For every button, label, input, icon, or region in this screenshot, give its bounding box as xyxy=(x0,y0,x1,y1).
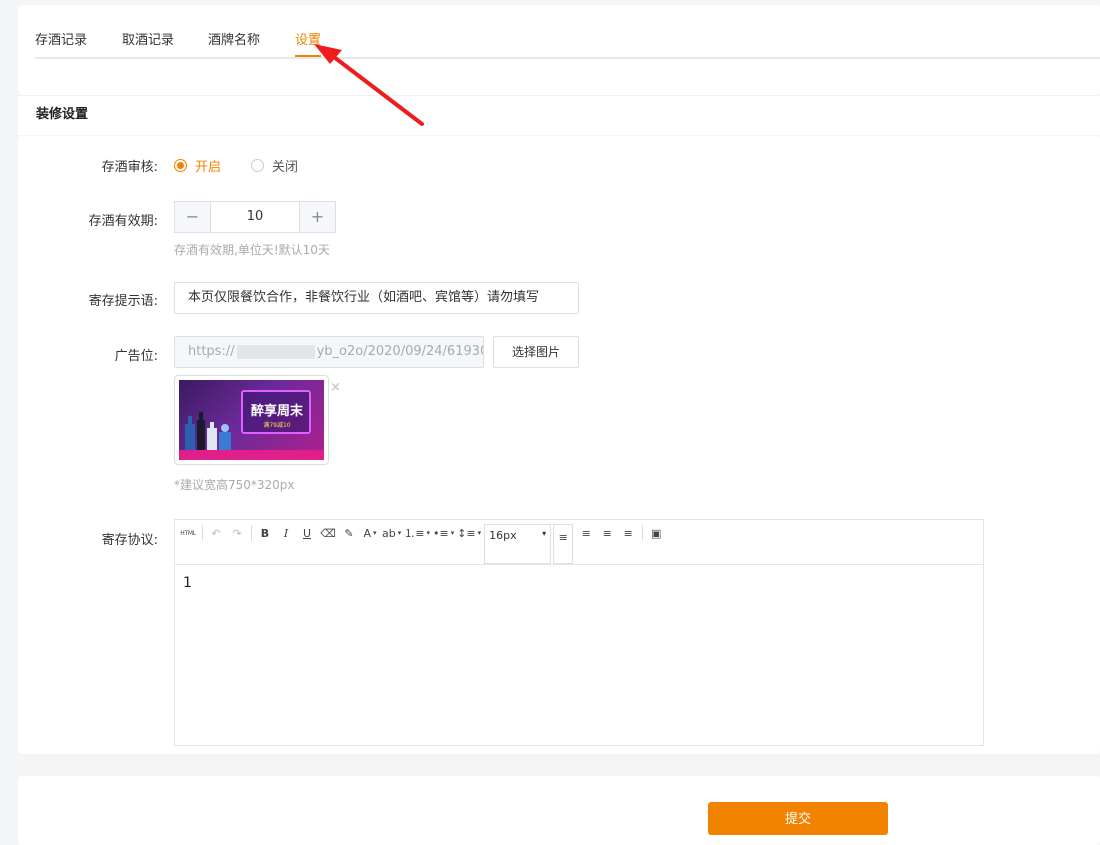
unordered-list-glyph: •≡ xyxy=(432,526,449,540)
highlight-icon[interactable]: ab ▾ xyxy=(382,524,401,542)
align-center-icon[interactable]: ≡ xyxy=(577,524,595,542)
editor-content[interactable]: 1 xyxy=(175,565,983,601)
select-image-button[interactable]: 选择图片 xyxy=(493,336,579,368)
ad-banner-image: 醉享周末 满79减10 xyxy=(179,380,324,460)
align-right-icon[interactable]: ≡ xyxy=(598,524,616,542)
ad-size-hint: *建议宽高750*320px xyxy=(174,478,295,492)
agreement-label: 寄存协议: xyxy=(101,533,158,548)
format-brush-icon[interactable]: ✎ xyxy=(340,524,358,542)
toolbar-divider xyxy=(202,525,203,541)
validity-hint: 存酒有效期,单位天!默认10天 xyxy=(174,243,330,257)
validity-input[interactable]: 10 xyxy=(211,202,299,232)
review-off-radio[interactable]: 关闭 xyxy=(251,156,298,175)
review-label: 存酒审核: xyxy=(101,160,158,175)
chevron-down-icon: ▾ xyxy=(542,529,547,538)
validity-stepper: − 10 + xyxy=(174,201,336,233)
tip-input[interactable]: 本页仅限餐饮合作，非餐饮行业（如酒吧、宾馆等）请勿填写 xyxy=(174,282,579,314)
settings-form: 存酒审核: 开启 关闭 存酒有效期: − 10 + 存酒有效期,单位天!默认10… xyxy=(18,136,1100,754)
bottles-illustration xyxy=(185,412,231,454)
decrement-button[interactable]: − xyxy=(175,202,211,232)
rich-text-editor: HTML ↶ ↷ B I U ⌫ ✎ A ▾ ab ▾ ⒈≡ ▾ •≡ ▾ ↕≡ ▾ 16… xyxy=(174,519,984,746)
tab-withdraw-records[interactable]: 取酒记录 xyxy=(122,32,174,50)
increment-button[interactable]: + xyxy=(299,202,335,232)
underline-icon[interactable]: U xyxy=(298,524,316,542)
tab-settings[interactable]: 设置 xyxy=(295,32,322,57)
editor-toolbar: HTML ↶ ↷ B I U ⌫ ✎ A ▾ ab ▾ ⒈≡ ▾ •≡ ▾ ↕≡ ▾ 16… xyxy=(175,520,983,565)
toolbar-divider xyxy=(251,525,252,541)
banner-subtitle: 满79减10 xyxy=(263,422,291,429)
align-left-button[interactable]: ≡ xyxy=(553,524,574,564)
line-height-glyph: ↕≡ xyxy=(457,526,476,540)
font-color-glyph: A xyxy=(363,526,371,540)
font-size-value: 16px xyxy=(489,529,517,542)
line-height-icon[interactable]: ↕≡ ▾ xyxy=(457,524,481,542)
redacted-mask xyxy=(236,344,315,359)
validity-label: 存酒有效期: xyxy=(88,214,158,229)
highlight-glyph: ab xyxy=(382,526,396,540)
banner-floor xyxy=(179,450,324,460)
tabs-card: 存酒记录 取酒记录 酒牌名称 设置 xyxy=(18,5,1100,95)
html-source-icon[interactable]: HTML xyxy=(179,524,197,542)
font-size-select[interactable]: 16px ▾ xyxy=(484,524,552,564)
unordered-list-icon[interactable]: •≡ ▾ xyxy=(433,524,454,542)
italic-icon[interactable]: I xyxy=(277,524,295,542)
ad-url-suffix: yb_o2o/2020/09/24/61930 xyxy=(316,344,484,359)
ad-url-prefix: https:// xyxy=(188,344,235,359)
align-left-icon: ≡ xyxy=(558,530,568,544)
banner-title: 醉享周末 xyxy=(250,404,303,419)
ordered-list-glyph: ⒈≡ xyxy=(404,527,425,540)
ordered-list-icon[interactable]: ⒈≡ ▾ xyxy=(404,524,430,542)
remove-image-icon[interactable]: × xyxy=(330,380,341,395)
font-color-icon[interactable]: A ▾ xyxy=(361,524,379,542)
radio-unchecked-icon xyxy=(251,159,264,172)
undo-icon[interactable]: ↶ xyxy=(207,524,225,542)
ad-image-thumbnail[interactable]: 醉享周末 满79减10 xyxy=(174,375,329,465)
ad-label: 广告位: xyxy=(114,349,158,364)
eraser-icon[interactable]: ⌫ xyxy=(319,524,337,542)
insert-image-icon[interactable]: ▣ xyxy=(647,524,665,542)
submit-card: 提交 xyxy=(18,776,1100,845)
submit-button[interactable]: 提交 xyxy=(708,802,888,835)
justify-icon[interactable]: ≡ xyxy=(619,524,637,542)
redo-icon[interactable]: ↷ xyxy=(228,524,246,542)
section-title: 装修设置 xyxy=(18,95,1100,135)
review-on-label: 开启 xyxy=(195,160,222,175)
tab-brand-names[interactable]: 酒牌名称 xyxy=(208,32,260,50)
bold-icon[interactable]: B xyxy=(256,524,274,542)
review-off-label: 关闭 xyxy=(272,160,299,175)
radio-checked-icon xyxy=(174,159,187,172)
tip-label: 寄存提示语: xyxy=(88,294,158,309)
tab-deposit-records[interactable]: 存酒记录 xyxy=(35,32,87,50)
tab-bar: 存酒记录 取酒记录 酒牌名称 设置 xyxy=(35,27,1100,59)
review-on-radio[interactable]: 开启 xyxy=(174,156,221,175)
toolbar-divider xyxy=(642,525,644,541)
ad-url-input: https:// yb_o2o/2020/09/24/61930 xyxy=(174,336,484,368)
